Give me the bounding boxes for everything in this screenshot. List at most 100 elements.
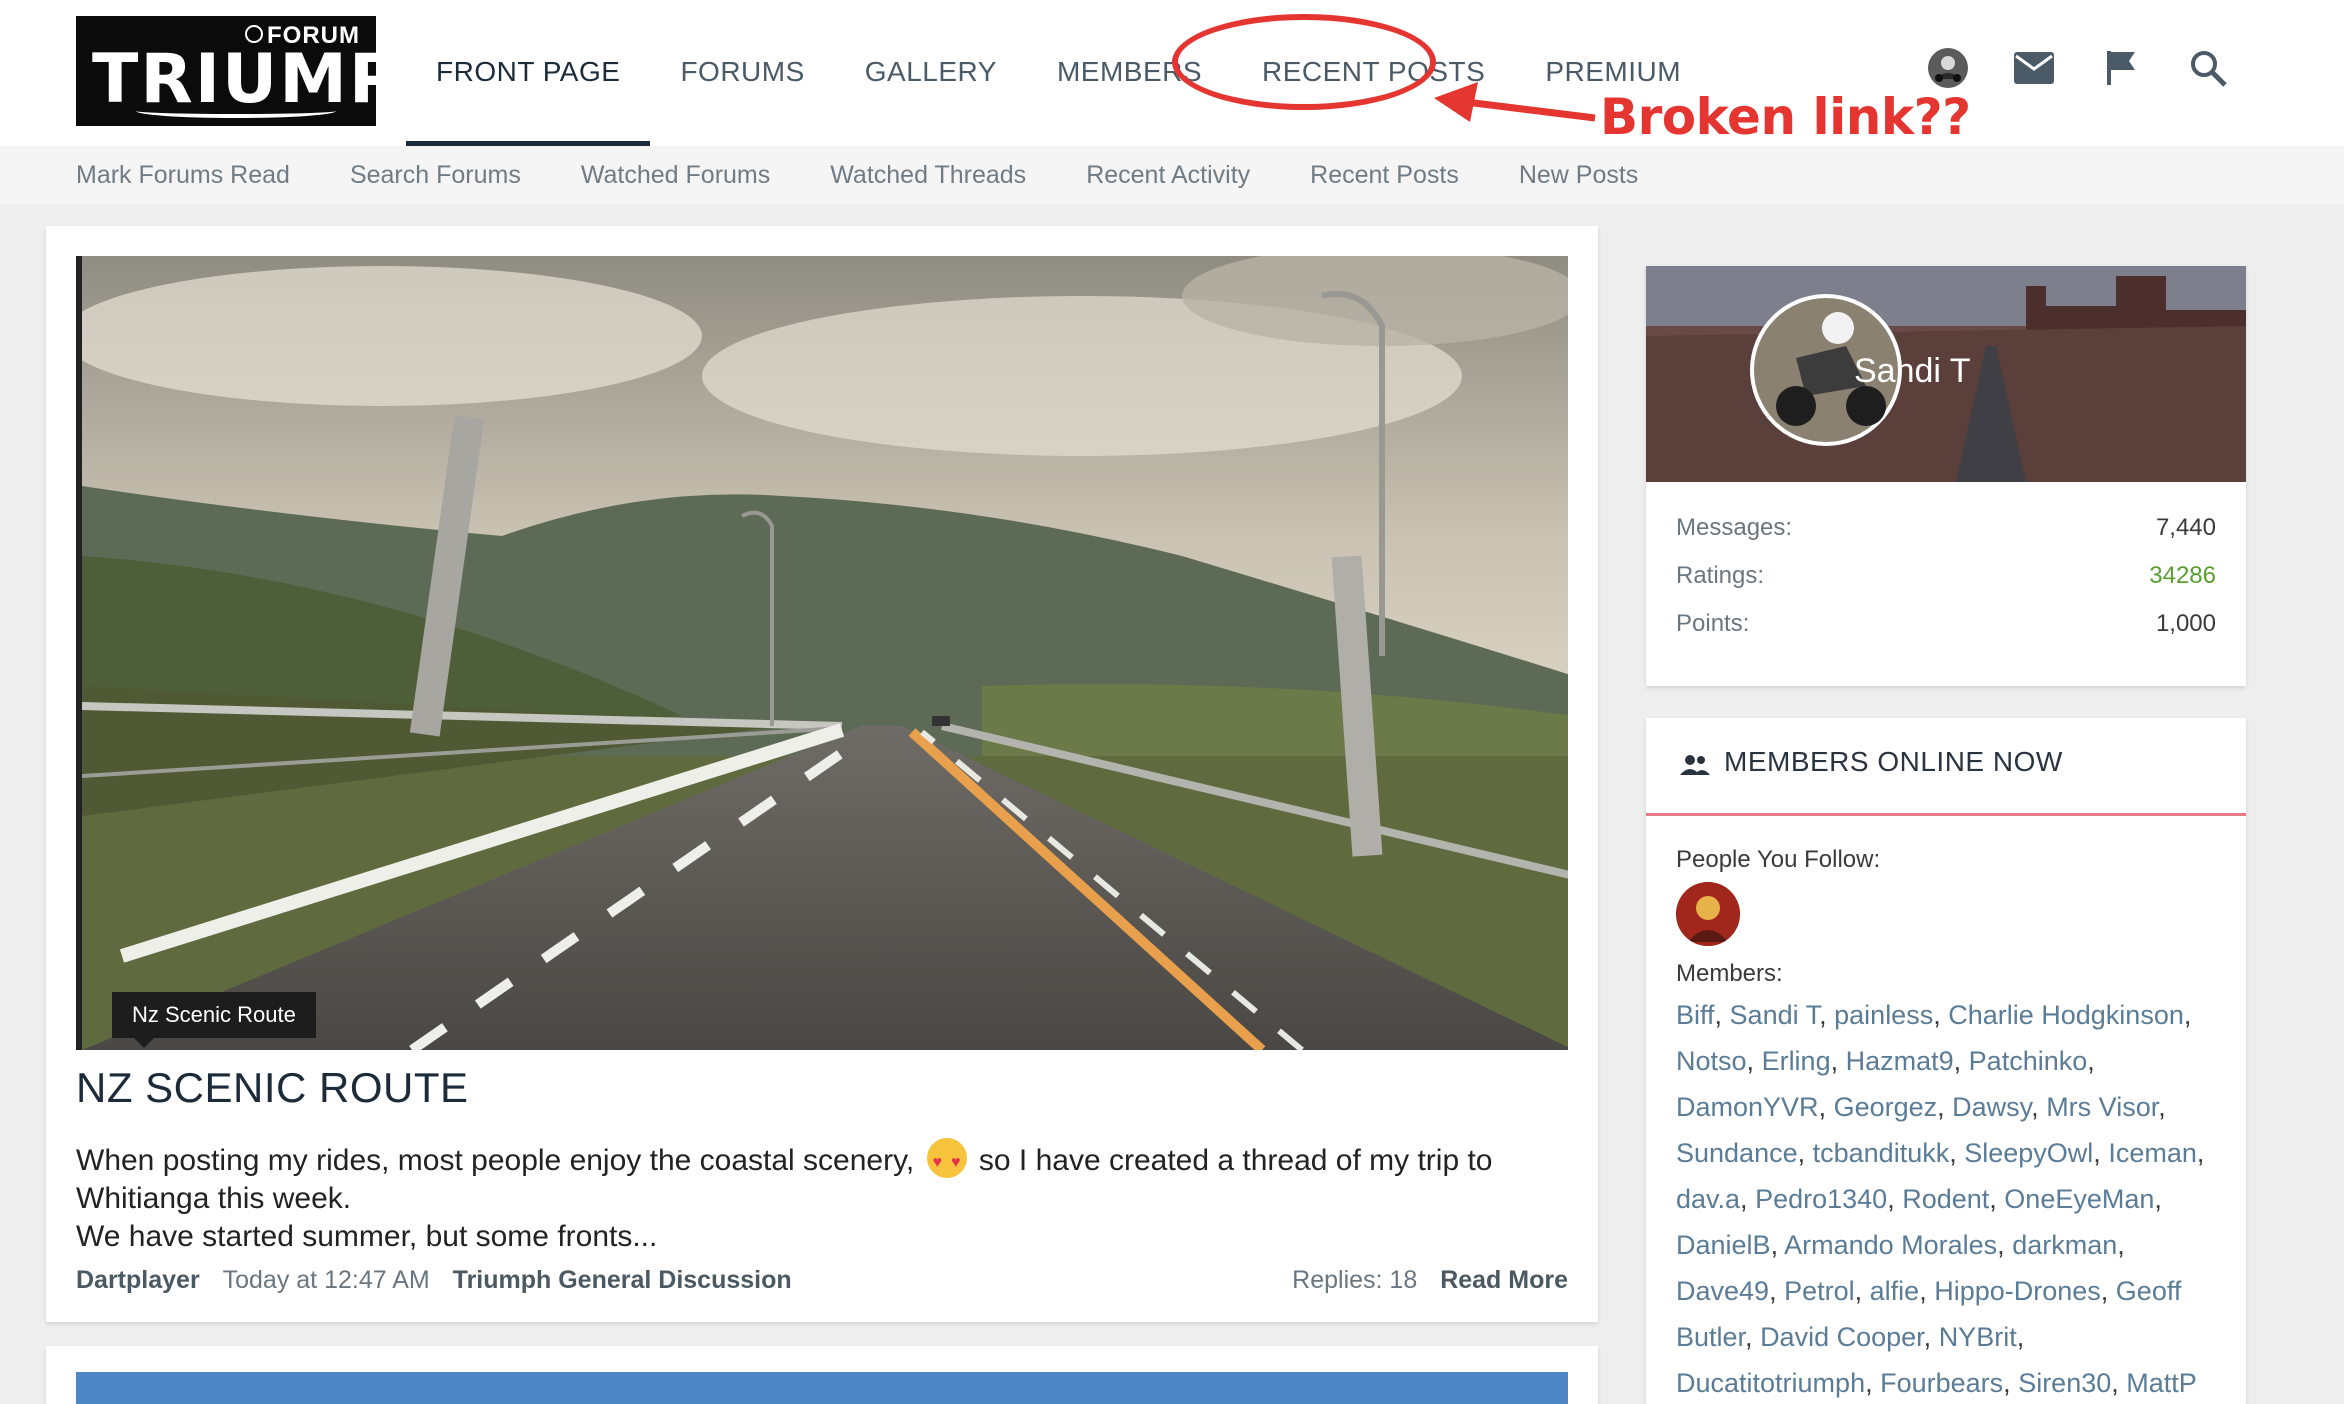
stat-label: Ratings:: [1676, 562, 1765, 589]
online-member-link[interactable]: Pedro1340: [1755, 1184, 1887, 1214]
article-forum[interactable]: Triumph General Discussion: [453, 1266, 792, 1294]
next-article-card: [46, 1346, 1598, 1404]
nav-front-page[interactable]: FRONT PAGE: [406, 0, 651, 146]
flag-icon[interactable]: [2098, 44, 2146, 92]
sub-nav: Mark Forums Read Search Forums Watched F…: [0, 146, 2344, 204]
member-separator: ,: [1797, 1138, 1813, 1168]
member-separator: ,: [1937, 1092, 1953, 1122]
online-member-link[interactable]: Biff: [1676, 1000, 1715, 1030]
road-photo: [82, 256, 1568, 1050]
member-separator: ,: [1933, 1000, 1949, 1030]
annotation-text: Broken link??: [1600, 88, 1971, 146]
profile-stats: Messages: 7,440 Ratings: 34286 Points: 1…: [1676, 514, 2216, 658]
member-separator: ,: [1770, 1230, 1785, 1260]
online-member-link[interactable]: MattP: [2126, 1368, 2197, 1398]
article-excerpt-part-1: When posting my rides, most people enjoy…: [76, 1144, 915, 1177]
subnav-watched-forums[interactable]: Watched Forums: [581, 146, 770, 204]
member-separator: ,: [1769, 1276, 1785, 1306]
nav-forums[interactable]: FORUMS: [650, 0, 834, 146]
online-member-link[interactable]: Hippo-Drones: [1934, 1276, 2101, 1306]
online-member-link[interactable]: Petrol: [1784, 1276, 1855, 1306]
profile-name[interactable]: Sandi T: [1854, 352, 1971, 391]
member-separator: ,: [1818, 1092, 1834, 1122]
stat-points: Points: 1,000: [1676, 610, 2216, 658]
online-member-link[interactable]: Siren30: [2018, 1368, 2111, 1398]
heart-eyes-emoji-icon: [926, 1138, 967, 1182]
article-category-tag[interactable]: Nz Scenic Route: [112, 992, 316, 1048]
member-separator: ,: [2183, 1000, 2192, 1030]
online-member-link[interactable]: Notso: [1676, 1046, 1747, 1076]
member-separator: ,: [1830, 1046, 1846, 1076]
article-hero-image[interactable]: Nz Scenic Route: [76, 256, 1568, 1050]
users-icon: [1680, 755, 1710, 775]
followed-user-avatar-image: [1676, 882, 1740, 946]
article-author[interactable]: Dartplayer: [76, 1266, 200, 1294]
online-member-link[interactable]: dav.a: [1676, 1184, 1740, 1214]
online-member-link[interactable]: David Cooper: [1760, 1322, 1924, 1352]
members-label: Members:: [1676, 960, 1783, 987]
annotation-arrow: [1434, 82, 1596, 122]
member-separator: ,: [2111, 1368, 2127, 1398]
online-member-link[interactable]: alfie: [1870, 1276, 1920, 1306]
member-separator: ,: [1745, 1322, 1761, 1352]
logo-swoosh: [136, 104, 336, 118]
member-separator: ,: [2031, 1092, 2047, 1122]
online-member-link[interactable]: Dawsy: [1952, 1092, 2031, 1122]
next-article-image[interactable]: [76, 1372, 1568, 1404]
stat-label: Points:: [1676, 610, 1750, 637]
online-member-link[interactable]: tcbanditukk: [1813, 1138, 1950, 1168]
member-separator: ,: [1854, 1276, 1870, 1306]
online-member-link[interactable]: Charlie Hodgkinson: [1948, 1000, 2184, 1030]
online-member-link[interactable]: Georgez: [1834, 1092, 1938, 1122]
online-member-link[interactable]: Dave49: [1676, 1276, 1769, 1306]
read-more-link[interactable]: Read More: [1440, 1266, 1568, 1294]
online-member-link[interactable]: DamonYVR: [1676, 1092, 1819, 1122]
online-member-link[interactable]: darkman: [2012, 1230, 2117, 1260]
nav-gallery[interactable]: GALLERY: [835, 0, 1027, 146]
online-member-link[interactable]: painless: [1834, 1000, 1933, 1030]
member-separator: ,: [1997, 1230, 2013, 1260]
stat-label: Messages:: [1676, 514, 1793, 541]
article-title[interactable]: NZ SCENIC ROUTE: [76, 1064, 469, 1112]
profile-card: Sandi T Messages: 7,440 Ratings: 34286 P…: [1646, 266, 2246, 686]
online-member-link[interactable]: DanielB: [1676, 1230, 1771, 1260]
site-logo[interactable]: FORUM TRIUMPH: [76, 16, 458, 126]
followed-user-avatar[interactable]: [1676, 882, 1740, 946]
online-member-link[interactable]: Sundance: [1676, 1138, 1798, 1168]
subnav-recent-posts[interactable]: Recent Posts: [1310, 146, 1459, 204]
member-separator: ,: [1746, 1046, 1762, 1076]
online-member-link[interactable]: Rodent: [1902, 1184, 1989, 1214]
subnav-watched-threads[interactable]: Watched Threads: [830, 146, 1026, 204]
member-separator: ,: [2158, 1092, 2166, 1122]
user-avatar[interactable]: [1924, 44, 1972, 92]
online-member-link[interactable]: Iceman: [2108, 1138, 2197, 1168]
online-member-link[interactable]: Hazmat9: [1846, 1046, 1954, 1076]
subnav-search-forums[interactable]: Search Forums: [350, 146, 521, 204]
online-member-link[interactable]: Armando Morales: [1784, 1230, 1997, 1260]
subnav-mark-forums-read[interactable]: Mark Forums Read: [76, 146, 290, 204]
article-excerpt: When posting my rides, most people enjoy…: [76, 1138, 1566, 1256]
online-member-link[interactable]: Erling: [1762, 1046, 1831, 1076]
online-member-link[interactable]: NYBrit: [1939, 1322, 2017, 1352]
subnav-recent-activity[interactable]: Recent Activity: [1086, 146, 1250, 204]
nav-members[interactable]: MEMBERS: [1027, 0, 1232, 146]
online-member-link[interactable]: Patchinko: [1969, 1046, 2088, 1076]
subnav-new-posts[interactable]: New Posts: [1519, 146, 1638, 204]
members-online-title: MEMBERS ONLINE NOW: [1724, 746, 2063, 777]
search-icon[interactable]: [2184, 44, 2232, 92]
member-separator: ,: [1714, 1000, 1730, 1030]
online-member-link[interactable]: Ducatitotriumph: [1676, 1368, 1865, 1398]
member-separator: ,: [1740, 1184, 1756, 1214]
online-member-link[interactable]: Fourbears: [1880, 1368, 2003, 1398]
members-online-widget: MEMBERS ONLINE NOW People You Follow: Me…: [1646, 718, 2246, 1404]
online-member-link[interactable]: Sandi T: [1730, 1000, 1820, 1030]
article-replies: Replies: 18: [1292, 1266, 1418, 1294]
member-separator: ,: [2100, 1276, 2116, 1306]
mail-icon[interactable]: [2010, 44, 2058, 92]
online-member-link[interactable]: OneEyeMan: [2004, 1184, 2154, 1214]
online-member-link[interactable]: SleepyOwl: [1964, 1138, 2093, 1168]
online-member-link[interactable]: Mrs Visor: [2046, 1092, 2158, 1122]
profile-banner: Sandi T: [1646, 266, 2246, 482]
people-you-follow-label: People You Follow:: [1676, 846, 1881, 873]
member-separator: ,: [1919, 1276, 1935, 1306]
